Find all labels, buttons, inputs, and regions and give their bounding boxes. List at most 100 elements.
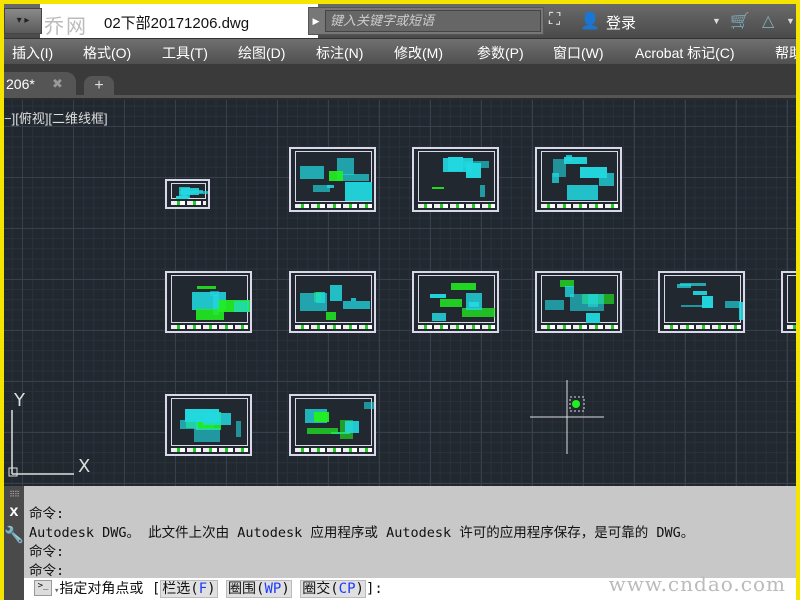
new-tab-button[interactable]: + (84, 76, 114, 98)
autodesk-a360-icon[interactable]: △ (762, 11, 774, 31)
file-tab[interactable]: 206* ✖ (4, 72, 76, 98)
drawing-sheet[interactable] (781, 271, 796, 333)
command-history-line: 命令: (29, 506, 65, 522)
drawing-entity (431, 312, 447, 321)
menu-modify[interactable]: 修改(M) (394, 43, 443, 63)
ucs-icon: Y X (8, 390, 90, 477)
user-icon: 👤 (580, 13, 600, 30)
plus-icon: + (94, 77, 104, 94)
menu-tools[interactable]: 工具(T) (162, 43, 208, 63)
drawing-entity (179, 187, 191, 199)
site-watermark: www.cndao.com (608, 572, 786, 596)
search-box: ▶ 键入关键字或短语 (308, 7, 544, 35)
cart-icon[interactable]: 🛒 (730, 11, 750, 31)
drawing-entity (455, 156, 462, 165)
option-cpolygon[interactable]: 圈交(CP) (300, 580, 366, 598)
drawing-entity (306, 427, 338, 435)
app-menu-button[interactable]: ▾ ▸ (4, 8, 42, 34)
file-tab-label: 206* (6, 76, 35, 92)
title-bar: ▾ ▸ 乔网 02下部20171206.dwg ▶ 键入关键字或短语 ⛶ 👤 登… (4, 4, 796, 38)
drawing-entity (598, 173, 615, 186)
ucs-x-label: X (78, 456, 90, 477)
drawing-viewport[interactable]: −][俯视][二维线框] Y X (4, 100, 796, 486)
document-title: 02下部20171206.dwg (104, 15, 250, 32)
drawing-entity (552, 172, 560, 183)
drawing-entity (480, 184, 486, 198)
drawing-sheet[interactable] (535, 271, 622, 333)
drawing-entity (193, 189, 203, 194)
drawing-sheet[interactable] (165, 179, 210, 209)
drag-handle[interactable]: ⠿⠿ (4, 490, 24, 499)
drawing-entity (430, 294, 447, 298)
drawing-entity (364, 401, 374, 409)
command-prompt-icon[interactable]: >_ (34, 580, 52, 596)
drawing-entity (693, 291, 708, 296)
menu-format[interactable]: 格式(O) (83, 43, 131, 63)
menu-dimension[interactable]: 标注(N) (316, 43, 363, 63)
drawing-entity (351, 297, 356, 301)
drawing-entity (330, 284, 342, 301)
drawing-entity (300, 165, 324, 179)
drawing-entity (300, 293, 327, 311)
search-expand-icon[interactable]: ▶ (309, 8, 323, 34)
command-history-line: 命令: (29, 544, 65, 560)
drawing-entity (234, 301, 250, 312)
option-fence[interactable]: 栏选(F) (160, 580, 218, 598)
prompt-text: 指定对角点或 [ (59, 581, 161, 597)
drawing-entity (465, 293, 482, 311)
drawing-sheet[interactable] (165, 394, 252, 456)
viewport-controls-label[interactable]: −][俯视][二维线框] (4, 108, 108, 127)
menu-acrobat-markup[interactable]: Acrobat 标记(C) (635, 43, 735, 63)
drawing-entity (458, 161, 490, 168)
wrench-icon[interactable]: 🔧 (4, 525, 24, 545)
ucs-y-label: Y (13, 390, 26, 411)
command-sidebar: ⠿⠿ x 🔧 (4, 486, 24, 600)
menu-parametric[interactable]: 参数(P) (477, 43, 524, 63)
menu-help[interactable]: 帮助 (775, 43, 796, 63)
option-wpolygon[interactable]: 圈围(WP) (226, 580, 292, 598)
close-command-icon[interactable]: x (4, 503, 24, 521)
drawing-entity (195, 308, 224, 320)
drawing-entity (196, 285, 217, 289)
binoculars-icon[interactable]: ⛶ (549, 11, 560, 29)
drawing-entity (342, 300, 370, 309)
login-button[interactable]: 登录 (606, 12, 636, 33)
drawing-entity (545, 299, 565, 311)
drawing-sheet[interactable] (289, 147, 376, 212)
drawing-entity (724, 300, 740, 309)
close-icon[interactable]: ✖ (52, 76, 63, 92)
crosshair-cursor (530, 380, 604, 454)
drawing-sheet[interactable] (412, 147, 499, 212)
search-input[interactable]: 键入关键字或短语 (325, 10, 541, 32)
drawing-entity (701, 296, 714, 308)
drawing-entity (329, 170, 344, 182)
drawing-sheet[interactable] (658, 271, 745, 333)
watermark-logo: 乔网 (44, 14, 88, 38)
drawing-sheet[interactable] (412, 271, 499, 333)
drawing-entity (345, 182, 373, 201)
drawing-sheet[interactable] (289, 394, 376, 456)
drawing-entity (236, 420, 241, 437)
menu-draw[interactable]: 绘图(D) (238, 43, 285, 63)
drawing-sheet[interactable] (535, 147, 622, 212)
command-history-line: Autodesk DWG。 此文件上次由 Autodesk 应用程序或 Auto… (29, 525, 695, 541)
drawing-entity (439, 299, 463, 308)
menu-bar: 插入(I) 格式(O) 工具(T) 绘图(D) 标注(N) 修改(M) 参数(P… (4, 38, 796, 64)
drawing-sheet[interactable] (289, 271, 376, 333)
menu-insert[interactable]: 插入(I) (12, 43, 53, 63)
drawing-entity (676, 284, 692, 288)
prompt-end: ]: (365, 581, 383, 597)
drawing-entity (314, 412, 329, 422)
drawing-entity (209, 290, 219, 297)
menu-window[interactable]: 窗口(W) (553, 43, 604, 63)
drawing-entity (431, 186, 444, 190)
drawing-entity (345, 421, 360, 433)
command-history-line: 命令: (29, 563, 65, 579)
drawing-entity (194, 428, 221, 442)
drawing-entity (587, 294, 599, 308)
chevron-down-icon[interactable]: ▼ (786, 16, 795, 26)
chevron-down-icon[interactable]: ▼ (712, 16, 721, 26)
command-window: ⠿⠿ x 🔧 命令: Autodesk DWG。 此文件上次由 Autodesk… (4, 486, 796, 600)
drawing-sheet[interactable] (165, 271, 252, 333)
file-tab-bar: 206* ✖ + (4, 64, 796, 98)
